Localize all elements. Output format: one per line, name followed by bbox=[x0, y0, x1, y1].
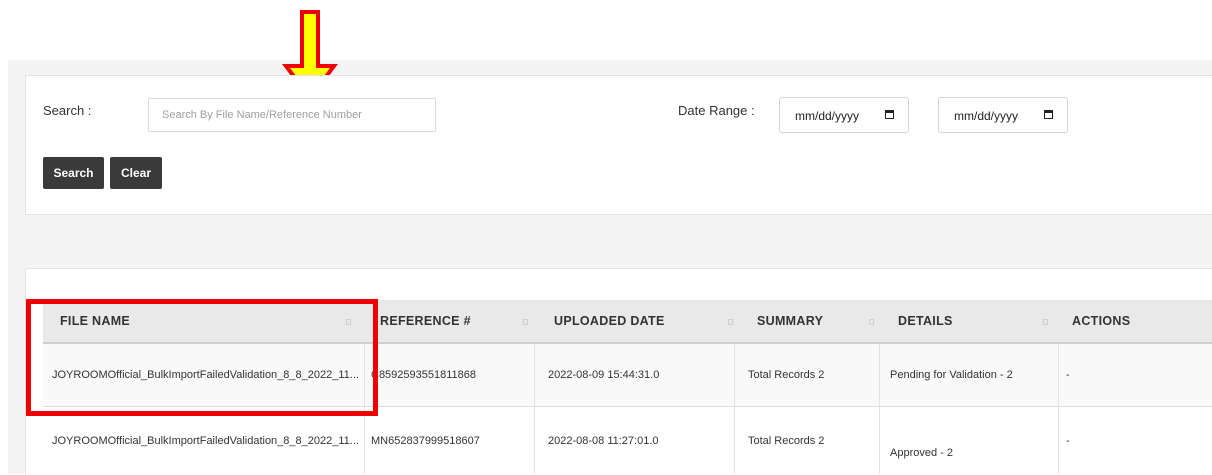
date-to-input[interactable]: mm/dd/yyyy bbox=[938, 97, 1068, 133]
date-to-value: mm/dd/yyyy bbox=[954, 109, 1019, 123]
column-header-reference[interactable]: REFERENCE # bbox=[380, 300, 471, 342]
column-divider bbox=[734, 344, 735, 474]
search-input[interactable] bbox=[148, 98, 436, 132]
cell-file-name[interactable]: JOYROOMOfficial_BulkImportFailedValidati… bbox=[52, 435, 359, 447]
cell-summary: Total Records 2 bbox=[748, 435, 825, 447]
cell-details: Pending for Validation - 2 bbox=[890, 369, 1013, 381]
cell-reference: MN652837999518607 bbox=[371, 435, 480, 447]
column-divider bbox=[879, 344, 880, 474]
cell-actions: - bbox=[1066, 369, 1070, 381]
sort-icon[interactable] bbox=[1043, 319, 1048, 325]
column-divider bbox=[534, 344, 535, 474]
date-from-input[interactable]: mm/dd/yyyy bbox=[779, 97, 909, 133]
column-header-summary[interactable]: SUMMARY bbox=[757, 300, 823, 342]
date-range-label: Date Range : bbox=[678, 103, 755, 118]
search-panel bbox=[25, 75, 1212, 215]
cell-summary: Total Records 2 bbox=[748, 369, 825, 381]
clear-button[interactable]: Clear bbox=[110, 157, 162, 189]
sort-icon[interactable] bbox=[869, 319, 874, 325]
calendar-icon[interactable] bbox=[885, 110, 894, 119]
date-from-value: mm/dd/yyyy bbox=[795, 109, 860, 123]
column-divider bbox=[1058, 344, 1059, 474]
search-label: Search : bbox=[43, 103, 92, 118]
cell-actions: - bbox=[1066, 435, 1070, 447]
cell-details: Approved - 2 bbox=[890, 447, 953, 459]
sort-icon[interactable] bbox=[728, 319, 733, 325]
table-row[interactable]: JOYROOMOfficial_BulkImportFailedValidati… bbox=[43, 407, 1212, 474]
column-header-uploaded-date[interactable]: UPLOADED DATE bbox=[554, 300, 665, 342]
cell-uploaded-date: 2022-08-09 15:44:31.0 bbox=[548, 369, 660, 381]
search-button[interactable]: Search bbox=[43, 157, 104, 189]
cell-uploaded-date: 2022-08-08 11:27:01.0 bbox=[548, 435, 659, 447]
column-header-details[interactable]: DETAILS bbox=[898, 300, 953, 342]
annotation-highlight-box bbox=[26, 299, 378, 416]
sort-icon[interactable] bbox=[523, 319, 528, 325]
cell-reference: C8592593551811868 bbox=[371, 369, 477, 381]
calendar-icon[interactable] bbox=[1044, 110, 1053, 119]
column-header-actions: ACTIONS bbox=[1072, 314, 1131, 328]
